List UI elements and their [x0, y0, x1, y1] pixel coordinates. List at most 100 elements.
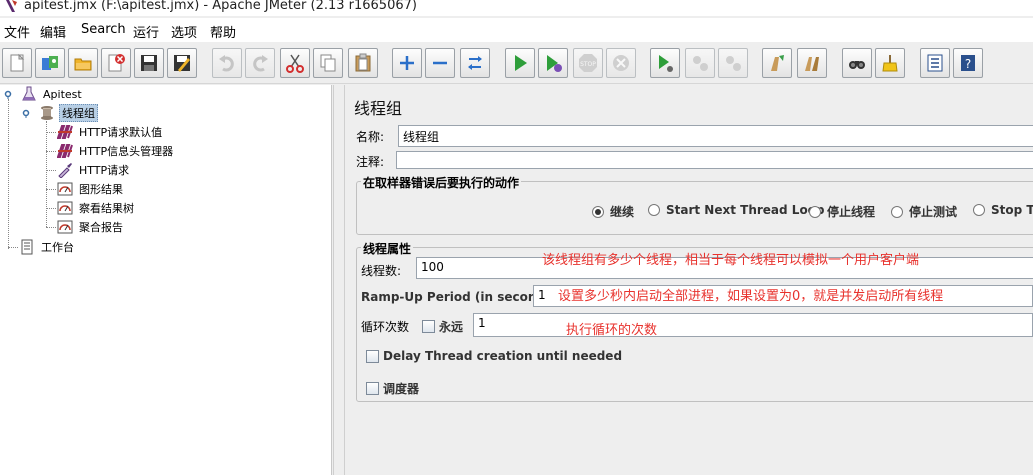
- tree-node-workbench[interactable]: 工作台: [18, 238, 76, 256]
- tree-node-http-header-manager[interactable]: HTTP信息头管理器: [56, 142, 175, 160]
- templates-button[interactable]: [35, 48, 65, 78]
- tree-node-graph-results[interactable]: 图形结果: [56, 180, 125, 198]
- remote-start-button[interactable]: [650, 48, 680, 78]
- name-field[interactable]: 线程组: [398, 125, 1033, 147]
- tree-node-http-request[interactable]: HTTP请求: [56, 161, 131, 179]
- tree-connector: [46, 151, 56, 152]
- radio-stop-test-now[interactable]: Stop Te: [973, 203, 1033, 217]
- menu-options[interactable]: 选项: [171, 22, 197, 41]
- listener-gauge-icon: [57, 201, 73, 215]
- thread-properties-title: 线程属性: [361, 240, 414, 257]
- config-element-icon: [57, 125, 73, 139]
- test-plan-flask-icon: [22, 86, 36, 101]
- undo-icon: [219, 55, 234, 72]
- delay-thread-creation-checkbox[interactable]: Delay Thread creation until needed: [366, 349, 622, 363]
- start-button[interactable]: [505, 48, 535, 78]
- tree-node-test-plan[interactable]: Apitest: [20, 85, 84, 103]
- collapse-icon: [433, 61, 447, 65]
- close-button[interactable]: [101, 48, 131, 78]
- search-button[interactable]: [842, 48, 872, 78]
- radio-label: Stop Te: [991, 203, 1033, 217]
- checkbox-unchecked-icon: [422, 320, 435, 333]
- redo-button[interactable]: [245, 48, 275, 78]
- collapse-button[interactable]: [425, 48, 455, 78]
- stop-icon: STOP: [579, 54, 597, 72]
- radio-stop-test[interactable]: 停止测试: [891, 203, 957, 220]
- undo-button[interactable]: [212, 48, 242, 78]
- paste-button[interactable]: [348, 48, 378, 78]
- comment-label: 注释:: [356, 155, 385, 169]
- tree-node-label: 图形结果: [79, 183, 123, 196]
- tree-node-aggregate-report[interactable]: 聚合报告: [56, 218, 125, 236]
- tree-node-view-results-tree[interactable]: 察看结果树: [56, 199, 136, 217]
- name-label: 名称:: [356, 130, 385, 144]
- remote-shutdown-button[interactable]: [718, 48, 748, 78]
- jmeter-window: apitest.jmx (F:\apitest.jmx) - Apache JM…: [0, 0, 1033, 475]
- menu-bar: 文件 编辑 Search 运行 选项 帮助: [0, 18, 1033, 42]
- tree-node-thread-group[interactable]: 线程组: [38, 104, 98, 122]
- menu-file[interactable]: 文件: [4, 22, 30, 41]
- toggle-button[interactable]: [460, 48, 490, 78]
- shutdown-icon: [613, 55, 629, 71]
- panel-splitter[interactable]: [333, 85, 345, 475]
- tree-connector: [46, 227, 56, 228]
- expand-handle-icon[interactable]: [21, 108, 31, 118]
- save-icon: [141, 55, 157, 71]
- help-button[interactable]: ?: [953, 48, 983, 78]
- menu-edit[interactable]: 编辑: [40, 22, 66, 41]
- tree-node-http-defaults[interactable]: HTTP请求默认值: [56, 123, 164, 141]
- remote-stop-button[interactable]: [685, 48, 715, 78]
- expand-handle-icon[interactable]: [3, 89, 13, 99]
- radio-selected-icon: [592, 205, 604, 218]
- checkbox-unchecked-icon: [366, 349, 379, 363]
- copy-icon: [320, 54, 336, 72]
- stop-button[interactable]: STOP: [573, 48, 603, 78]
- open-button[interactable]: [68, 48, 98, 78]
- radio-start-next-loop[interactable]: Start Next Thread Loop: [648, 203, 825, 217]
- radio-label: 停止测试: [909, 205, 958, 219]
- comment-field[interactable]: [396, 151, 1033, 169]
- save-as-button[interactable]: [167, 48, 197, 78]
- scheduler-checkbox[interactable]: 调度器: [366, 380, 419, 397]
- clear-button[interactable]: [762, 48, 792, 78]
- radio-continue[interactable]: 继续: [592, 203, 634, 220]
- tree-node-label: Apitest: [43, 87, 82, 101]
- radio-label: 停止线程: [827, 205, 876, 219]
- menu-run[interactable]: 运行: [133, 22, 159, 41]
- title-bar: apitest.jmx (F:\apitest.jmx) - Apache JM…: [0, 0, 1033, 16]
- sampler-pipette-icon: [58, 163, 72, 178]
- shutdown-button[interactable]: [606, 48, 636, 78]
- radio-label: 继续: [610, 205, 635, 219]
- loop-count-field[interactable]: 1: [473, 313, 1033, 337]
- start-no-pause-button[interactable]: [538, 48, 568, 78]
- tree-connector: [8, 247, 18, 248]
- menu-search[interactable]: Search: [81, 22, 126, 37]
- radio-stop-thread[interactable]: 停止线程: [809, 203, 875, 220]
- save-as-icon: [174, 55, 190, 72]
- tree-node-label: HTTP信息头管理器: [79, 145, 174, 158]
- tree-connector: [46, 189, 56, 190]
- tree-connector: [46, 132, 56, 133]
- reset-search-button[interactable]: [875, 48, 905, 78]
- save-button[interactable]: [134, 48, 164, 78]
- menu-help[interactable]: 帮助: [210, 22, 236, 41]
- radio-unselected-icon: [648, 204, 660, 216]
- tree-connector: [46, 121, 47, 227]
- remote-shutdown-icon: [726, 56, 741, 71]
- radio-label: Start Next Thread Loop: [666, 203, 825, 217]
- rampup-annotation: 设置多少秒内启动全部进程，如果设置为0，就是并发启动所有线程: [558, 289, 944, 304]
- forever-checkbox[interactable]: 永远: [422, 318, 463, 335]
- loop-annotation: 执行循环的次数: [566, 323, 658, 338]
- panel-title: 线程组: [354, 99, 403, 118]
- clear-all-button[interactable]: [797, 48, 827, 78]
- window-title: apitest.jmx (F:\apitest.jmx) - Apache JM…: [24, 0, 417, 13]
- test-plan-tree[interactable]: Apitest 线程组 HTTP请求默认值 HTTP信息头管理器 HTTP请求 …: [0, 85, 332, 475]
- copy-button[interactable]: [313, 48, 343, 78]
- paste-icon: [355, 53, 371, 72]
- cut-button[interactable]: [280, 48, 310, 78]
- function-helper-button[interactable]: [920, 48, 950, 78]
- thread-group-spool-icon: [41, 106, 53, 120]
- new-button[interactable]: [2, 48, 32, 78]
- templates-icon: [42, 56, 58, 70]
- expand-button[interactable]: [392, 48, 422, 78]
